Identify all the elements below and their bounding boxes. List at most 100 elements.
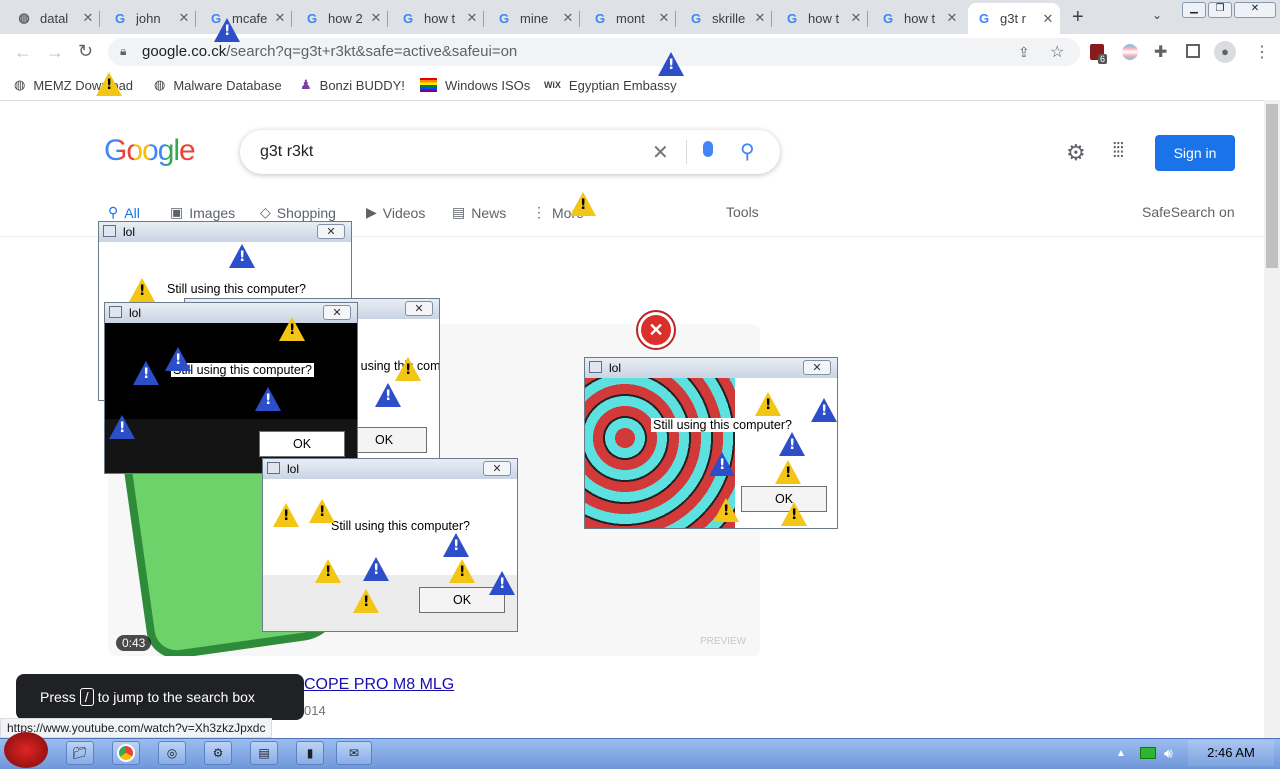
apps-grid-icon[interactable]: ⁞⁞⁞: [1112, 140, 1125, 163]
bookmark-egyptian-embassy[interactable]: WiX Egyptian Embassy: [544, 76, 677, 94]
search-icon[interactable]: ⚲: [740, 139, 755, 164]
scrollbar-thumb[interactable]: [1266, 104, 1278, 268]
close-icon[interactable]: ✕: [317, 224, 345, 239]
close-icon[interactable]: ✕: [803, 360, 831, 375]
close-tab-icon[interactable]: ✕: [464, 10, 480, 26]
profile-avatar-icon[interactable]: ●: [1214, 41, 1236, 63]
url-text[interactable]: google.co.ck/search?q=g3t+r3kt&safe=acti…: [142, 43, 517, 60]
forward-arrow-icon[interactable]: →: [46, 42, 64, 63]
tab-how2[interactable]: G how 2 ✕: [296, 4, 388, 32]
ok-button[interactable]: OK: [259, 431, 345, 457]
dialog-titlebar[interactable]: lol ✕: [585, 358, 837, 378]
info-icon: [363, 557, 389, 581]
clear-search-icon[interactable]: ✕: [652, 140, 669, 165]
tab-all[interactable]: ⚲ All: [108, 204, 140, 221]
network-icon[interactable]: [1140, 747, 1156, 759]
new-tab-button[interactable]: +: [1072, 6, 1084, 29]
bookmark-malware-database[interactable]: ◍ Malware Database: [154, 76, 282, 94]
app-taskbar-icon[interactable]: ▮: [296, 741, 324, 765]
notepad-taskbar-icon[interactable]: ▤: [250, 741, 278, 765]
close-tab-icon[interactable]: ✕: [848, 10, 864, 26]
close-tab-icon[interactable]: ✕: [80, 10, 96, 26]
tab-mine[interactable]: G mine ✕: [488, 4, 580, 32]
volume-icon[interactable]: 🔊︎: [1164, 745, 1173, 762]
settings-gear-icon[interactable]: ⚙: [1066, 140, 1086, 166]
extensions-puzzle-icon[interactable]: ✚: [1154, 42, 1167, 62]
info-icon: [165, 347, 191, 371]
bookmark-star-icon[interactable]: ☆: [1050, 42, 1064, 62]
close-tab-icon[interactable]: ✕: [656, 10, 672, 26]
restore-window-icon[interactable]: ❐: [1208, 2, 1232, 18]
tab-label: datal: [40, 10, 69, 26]
close-icon[interactable]: ✕: [483, 461, 511, 476]
google-icon: G: [690, 10, 702, 26]
result-title[interactable]: COPE PRO M8 MLG: [304, 676, 454, 694]
dialog-titlebar[interactable]: lol ✕: [99, 222, 351, 242]
url-path: /search?q=g3t+r3kt&safe=active&safeui=on: [226, 43, 518, 60]
nav-label: Videos: [382, 204, 426, 221]
memz-taskbar-icon[interactable]: ✉: [336, 741, 372, 765]
tab-g3t-r3kt[interactable]: G g3t r ✕: [968, 3, 1060, 34]
google-logo[interactable]: Google: [104, 134, 196, 168]
close-tab-icon[interactable]: ✕: [1040, 11, 1056, 27]
dialog-titlebar[interactable]: lol ✕: [263, 459, 517, 479]
globe-icon: ◍: [14, 77, 26, 92]
tab-datal[interactable]: ◍ datal ✕: [8, 4, 100, 32]
close-tab-icon[interactable]: ✕: [272, 10, 288, 26]
tab-images[interactable]: ▣ Images: [170, 204, 235, 221]
search-input[interactable]: g3t r3kt: [260, 143, 313, 161]
warning-icon: [309, 499, 335, 523]
close-tab-icon[interactable]: ✕: [176, 10, 192, 26]
tab-how-t-3[interactable]: G how t ✕: [872, 4, 964, 32]
close-tab-icon[interactable]: ✕: [368, 10, 384, 26]
close-window-icon[interactable]: ✕: [1234, 2, 1276, 18]
app-taskbar-icon[interactable]: ◎: [158, 741, 186, 765]
tab-search-chevron-icon[interactable]: ⌄: [1152, 8, 1162, 22]
chrome-taskbar-icon[interactable]: [112, 741, 140, 765]
bookmark-windows-isos[interactable]: Windows ISOs: [420, 76, 530, 94]
extension-badge: 6: [1098, 54, 1108, 64]
sign-in-button[interactable]: Sign in: [1155, 135, 1235, 171]
tab-shopping[interactable]: ◇ Shopping: [260, 204, 336, 221]
minimize-window-icon[interactable]: ▁: [1182, 2, 1206, 18]
info-icon: [375, 383, 401, 407]
tab-skrille[interactable]: G skrille ✕: [680, 4, 772, 32]
memz-dialog-e[interactable]: lol ✕ Still using this computer? OK: [584, 357, 838, 529]
status-url: https://www.youtube.com/watch?v=Xh3zkzJp…: [0, 718, 273, 738]
start-button-angry-bird-icon[interactable]: [4, 732, 48, 768]
lock-icon[interactable]: 🔒︎: [120, 44, 126, 59]
tab-news[interactable]: ▤ News: [452, 204, 506, 221]
side-panel-icon[interactable]: [1186, 44, 1200, 58]
tab-john[interactable]: G john ✕: [104, 4, 196, 32]
tab-how-t-2[interactable]: G how t ✕: [776, 4, 868, 32]
memz-dialog-d[interactable]: lol ✕ Still using this computer? OK: [262, 458, 518, 632]
video-duration: 0:43: [116, 635, 152, 651]
explorer-taskbar-icon[interactable]: 📁︎: [66, 741, 94, 765]
flag-extension-icon[interactable]: [1122, 44, 1138, 60]
app-taskbar-icon[interactable]: ⚙: [204, 741, 232, 765]
search-box[interactable]: [240, 130, 780, 174]
bonzi-icon: ♟: [300, 77, 312, 92]
tab-label: skrille: [712, 10, 746, 26]
safesearch-status[interactable]: SafeSearch on: [1142, 204, 1235, 220]
tab-how-t-1[interactable]: G how t ✕: [392, 4, 484, 32]
bookmark-bonzi-buddy[interactable]: ♟ Bonzi BUDDY!: [300, 76, 405, 94]
close-icon[interactable]: ✕: [323, 305, 351, 320]
taskbar-clock[interactable]: 2:46 AM: [1188, 740, 1274, 766]
tray-expand-icon[interactable]: ▲: [1116, 748, 1126, 759]
tab-videos[interactable]: ▶ Videos: [366, 204, 425, 221]
memz-dialog-c[interactable]: lol ✕ Still using this computer? OK: [104, 302, 358, 474]
mic-icon[interactable]: [703, 141, 713, 157]
wix-icon: WiX: [544, 80, 561, 90]
close-tab-icon[interactable]: ✕: [560, 10, 576, 26]
back-arrow-icon[interactable]: ←: [14, 42, 32, 63]
menu-kebab-icon[interactable]: ⋮: [1254, 42, 1270, 62]
dialog-titlebar[interactable]: lol ✕: [105, 303, 357, 323]
close-tab-icon[interactable]: ✕: [944, 10, 960, 26]
reload-icon[interactable]: ↻: [78, 41, 93, 62]
share-icon[interactable]: ⇪: [1018, 44, 1030, 61]
tools-button[interactable]: Tools: [726, 204, 759, 220]
close-icon[interactable]: ✕: [405, 301, 433, 316]
tab-mont[interactable]: G mont ✕: [584, 4, 676, 32]
close-tab-icon[interactable]: ✕: [752, 10, 768, 26]
